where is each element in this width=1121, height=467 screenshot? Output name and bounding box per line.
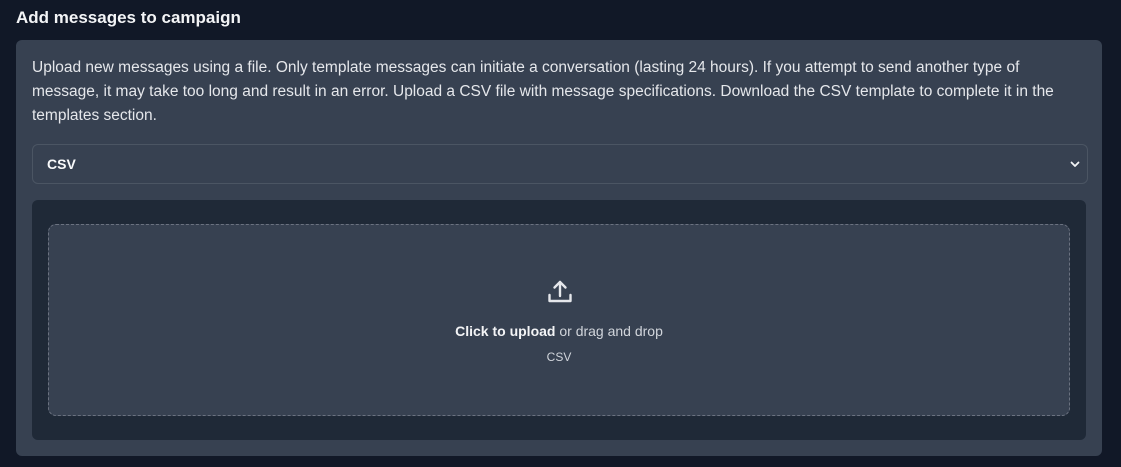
upload-description: Upload new messages using a file. Only t… (32, 59, 1054, 124)
chevron-down-icon (1070, 161, 1080, 167)
upload-card: Upload new messages using a file. Only t… (16, 40, 1102, 456)
file-type-select-value: CSV (47, 156, 76, 172)
upload-well: Click to upload or drag and drop CSV (32, 200, 1086, 440)
upload-instruction: Click to upload or drag and drop (49, 322, 1069, 340)
accepted-formats-text: CSV (546, 350, 572, 364)
file-type-select[interactable]: CSV (32, 144, 1088, 184)
drag-and-drop-text: or drag and drop (555, 323, 663, 339)
click-to-upload-link[interactable]: Click to upload (455, 323, 555, 339)
upload-icon (548, 280, 572, 303)
section-title: Add messages to campaign (16, 8, 241, 27)
file-dropzone[interactable]: Click to upload or drag and drop CSV (48, 224, 1070, 416)
